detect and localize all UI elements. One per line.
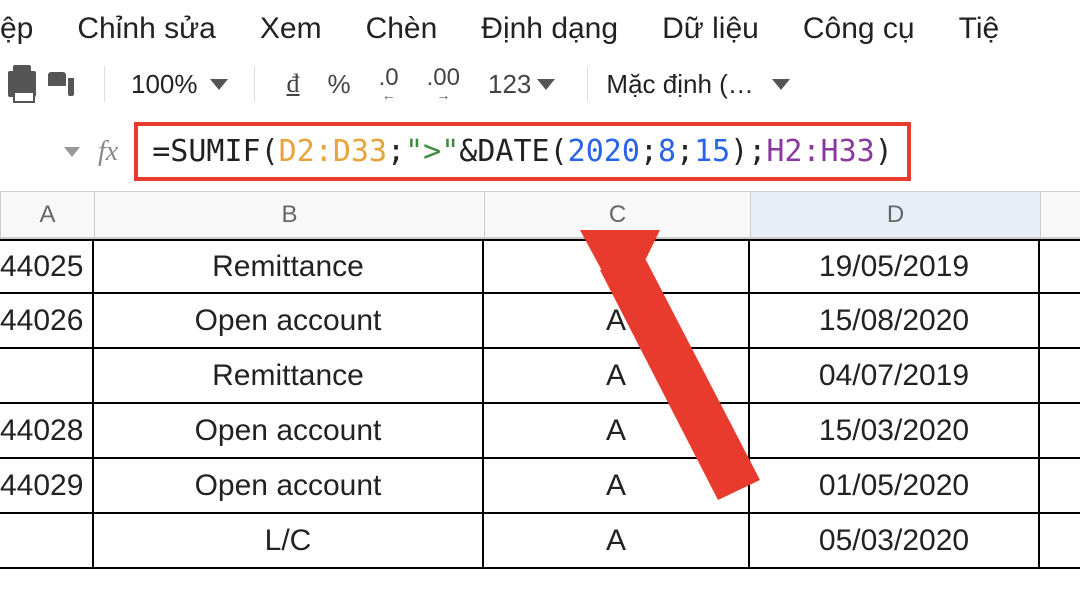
increase-decimal-button[interactable]: .00 →: [427, 66, 460, 102]
menu-data[interactable]: Dữ liệu: [662, 12, 759, 46]
fx-icon: fx: [98, 136, 118, 168]
print-icon: [8, 71, 36, 97]
right-arrow-icon: →: [436, 88, 450, 102]
decrease-decimal-button[interactable]: .0 ←: [379, 66, 399, 102]
cell[interactable]: A: [484, 514, 750, 567]
cell[interactable]: [1040, 294, 1080, 347]
cell[interactable]: A: [484, 404, 750, 457]
cell[interactable]: 01/05/2020: [750, 459, 1040, 512]
cell[interactable]: 05/03/2020: [750, 514, 1040, 567]
table-row: 44025Remittance 19/05/2019: [0, 239, 1080, 294]
paint-roller-icon: [48, 72, 74, 96]
menu-extensions[interactable]: Tiệ: [959, 12, 1000, 46]
cell[interactable]: [484, 241, 750, 292]
currency-format-button[interactable]: đ: [287, 69, 300, 99]
cell[interactable]: Open account: [94, 459, 484, 512]
formula-input[interactable]: =SUMIF(D2:D33;">"&DATE(2020;8;15);H2:H33…: [134, 122, 911, 181]
zoom-dropdown[interactable]: 100%: [131, 69, 228, 100]
cell[interactable]: [0, 349, 94, 402]
table-row: 44029Open accountA01/05/2020: [0, 459, 1080, 514]
cell[interactable]: 44026: [0, 294, 94, 347]
chevron-down-icon: [64, 147, 80, 157]
cell[interactable]: Remittance: [94, 349, 484, 402]
percent-format-button[interactable]: %: [328, 69, 351, 100]
cell[interactable]: 04/07/2019: [750, 349, 1040, 402]
cell[interactable]: 44025: [0, 241, 94, 292]
menu-insert[interactable]: Chèn: [366, 12, 438, 46]
chevron-down-icon: [772, 79, 790, 90]
cell[interactable]: 15/03/2020: [750, 404, 1040, 457]
column-headers: A B C D: [0, 191, 1080, 239]
cell[interactable]: Open account: [94, 294, 484, 347]
cell[interactable]: A: [484, 294, 750, 347]
toolbar-separator: [254, 66, 255, 102]
formula-bar: fx =SUMIF(D2:D33;">"&DATE(2020;8;15);H2:…: [0, 116, 1080, 191]
cell[interactable]: [0, 514, 94, 567]
menu-view[interactable]: Xem: [260, 12, 322, 46]
table-row: L/CA05/03/2020: [0, 514, 1080, 569]
zoom-value: 100%: [131, 69, 198, 100]
spreadsheet-grid: 44025Remittance19/05/201944026Open accou…: [0, 239, 1080, 569]
chevron-down-icon: [210, 79, 228, 90]
cell[interactable]: 44028: [0, 404, 94, 457]
toolbar: 100% đ % .0 ← .00 → 123 Mặc định (…: [0, 64, 1080, 116]
menu-edit[interactable]: Chỉnh sửa: [77, 12, 216, 46]
cell[interactable]: A: [484, 349, 750, 402]
column-header-B[interactable]: B: [94, 192, 484, 237]
table-row: 44028Open accountA15/03/2020: [0, 404, 1080, 459]
cell[interactable]: Remittance: [94, 241, 484, 292]
menu-format[interactable]: Định dạng: [481, 12, 618, 46]
cell[interactable]: Open account: [94, 404, 484, 457]
cell[interactable]: A: [484, 459, 750, 512]
table-row: RemittanceA04/07/2019: [0, 349, 1080, 404]
chevron-down-icon: [537, 79, 555, 90]
font-dropdown[interactable]: Mặc định (…: [606, 69, 789, 100]
paint-format-button[interactable]: [48, 72, 74, 96]
cell[interactable]: [1040, 241, 1080, 292]
column-header-A[interactable]: A: [0, 192, 94, 237]
toolbar-separator: [587, 66, 588, 102]
cell[interactable]: 19/05/2019: [750, 241, 1040, 292]
left-arrow-icon: ←: [382, 88, 396, 102]
name-box[interactable]: [8, 147, 98, 157]
cell[interactable]: [1040, 459, 1080, 512]
table-row: 44026Open accountA15/08/2020: [0, 294, 1080, 349]
column-header-D[interactable]: D: [750, 192, 1040, 237]
number-format-dropdown[interactable]: 123: [488, 69, 555, 100]
menu-file[interactable]: ệp: [0, 12, 33, 46]
cell[interactable]: [1040, 404, 1080, 457]
menu-bar: ệp Chỉnh sửa Xem Chèn Định dạng Dữ liệu …: [0, 0, 1080, 64]
cell[interactable]: L/C: [94, 514, 484, 567]
column-header-C[interactable]: C: [484, 192, 750, 237]
toolbar-separator: [104, 66, 105, 102]
column-header-E[interactable]: [1040, 192, 1080, 237]
menu-tools[interactable]: Công cụ: [803, 12, 915, 46]
cell[interactable]: [1040, 349, 1080, 402]
cell[interactable]: [1040, 514, 1080, 567]
print-button[interactable]: [8, 71, 36, 97]
cell[interactable]: 44029: [0, 459, 94, 512]
cell[interactable]: 15/08/2020: [750, 294, 1040, 347]
